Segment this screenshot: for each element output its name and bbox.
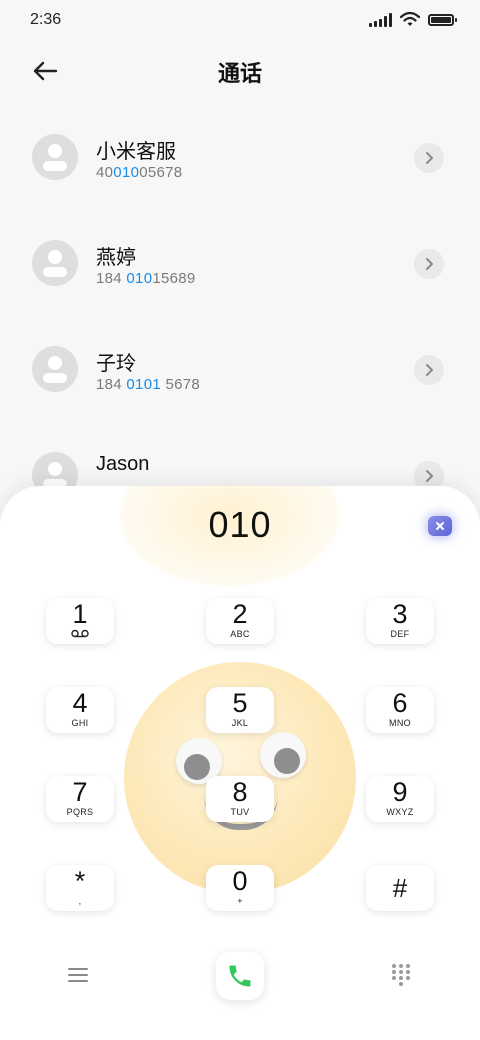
key-3[interactable]: 3 DEF xyxy=(366,598,434,644)
number-segment: 15689 xyxy=(152,270,196,287)
key-4[interactable]: 4 GHI xyxy=(46,687,114,733)
key-9[interactable]: 9 WXYZ xyxy=(366,776,434,822)
call-button[interactable] xyxy=(216,952,264,1000)
voicemail-icon xyxy=(46,629,114,641)
key-5[interactable]: 5 JKL xyxy=(206,687,274,733)
delete-icon[interactable] xyxy=(428,516,452,536)
signal-icon xyxy=(369,12,392,27)
number-match-highlight: 0101 xyxy=(126,376,161,393)
header: 通话 xyxy=(0,48,480,94)
number-segment: 184 xyxy=(96,376,127,393)
battery-icon xyxy=(428,13,457,26)
contact-name: 燕婷 xyxy=(96,247,136,269)
contact-name: 子玲 xyxy=(96,353,136,375)
wifi-icon xyxy=(400,12,420,26)
bottom-bar xyxy=(0,946,480,1006)
eye-icon xyxy=(260,732,306,778)
keypad-icon[interactable] xyxy=(392,964,412,986)
avatar xyxy=(32,134,78,180)
chevron-right-icon[interactable] xyxy=(414,355,444,385)
contact-row[interactable]: 燕婷 184 01015689 xyxy=(0,211,480,317)
dialer-sheet: 010 1 2 ABC 3 DEF 4 GHI 5 JKL 6 MNO 7 PQRS 8 TU… xyxy=(0,486,480,1040)
key-8[interactable]: 8 TUV xyxy=(206,776,274,822)
contact-row[interactable]: 子玲 184 0101 5678 xyxy=(0,317,480,423)
avatar xyxy=(32,346,78,392)
number-segment: 40 xyxy=(96,164,114,181)
status-time: 2:36 xyxy=(30,11,62,28)
number-match-highlight: 010 xyxy=(126,270,153,287)
key-1[interactable]: 1 xyxy=(46,598,114,644)
contact-number: 184 01015689 xyxy=(96,270,196,287)
status-bar: 2:36 xyxy=(0,0,480,40)
contact-row[interactable]: 小米客服 4001005678 xyxy=(0,105,480,211)
phone-icon xyxy=(229,965,251,987)
contact-number: 4001005678 xyxy=(96,164,182,181)
key-0[interactable]: 0 + xyxy=(206,865,274,911)
number-match-highlight: 010 xyxy=(113,164,140,181)
key-star[interactable]: *, xyxy=(46,865,114,911)
menu-icon[interactable] xyxy=(68,968,88,984)
contact-name: 小米客服 xyxy=(96,141,176,163)
chevron-right-icon[interactable] xyxy=(414,143,444,173)
number-segment: 5678 xyxy=(160,376,201,393)
dialed-number: 010 xyxy=(208,504,272,545)
status-icons xyxy=(369,12,457,27)
key-hash[interactable]: # xyxy=(366,865,434,911)
key-7[interactable]: 7 PQRS xyxy=(46,776,114,822)
chevron-right-icon[interactable] xyxy=(414,249,444,279)
contact-name: Jason xyxy=(96,453,150,475)
number-segment: 05678 xyxy=(139,164,183,181)
key-6[interactable]: 6 MNO xyxy=(366,687,434,733)
avatar xyxy=(32,240,78,286)
key-2[interactable]: 2 ABC xyxy=(206,598,274,644)
page-title: 通话 xyxy=(217,61,262,86)
contact-number: 184 0101 5678 xyxy=(96,376,200,393)
number-segment: 184 xyxy=(96,270,127,287)
